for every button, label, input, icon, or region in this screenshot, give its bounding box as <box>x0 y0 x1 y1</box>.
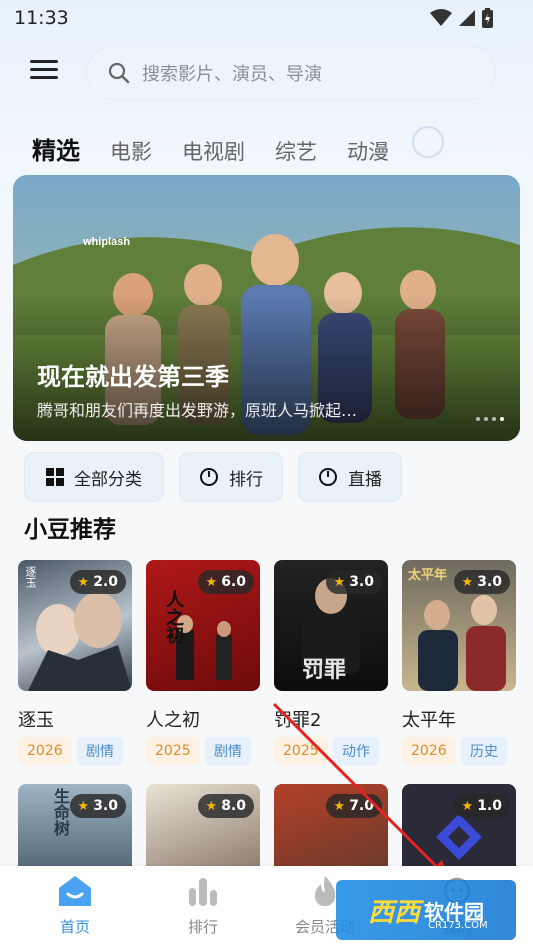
poster-row2-1[interactable]: 生命树 ★ 3.0 <box>18 784 132 874</box>
status-time: 11:33 <box>14 7 69 29</box>
status-icons <box>430 8 493 28</box>
poster-title-text: 生命树 <box>51 788 70 836</box>
tab-featured[interactable]: 精选 <box>32 131 80 166</box>
tab-variety[interactable]: 综艺 <box>275 136 317 166</box>
genre-tag: 剧情 <box>77 737 123 765</box>
tab-anime[interactable]: 动漫 <box>347 136 389 166</box>
star-icon: ★ <box>77 798 90 814</box>
banner-title: 现在就出发第三季 <box>37 363 229 391</box>
home-icon <box>59 876 91 906</box>
year-tag: 2025 <box>146 737 200 765</box>
status-bar: 11:33 <box>0 0 533 36</box>
hero-banner[interactable]: whiplash 现在就出发第三季 腾哥和朋友们再度出发野游，原班人马掀起… <box>13 175 520 441</box>
poster-fazui2[interactable]: 罚罪 ★ 3.0 <box>274 560 388 691</box>
tab-movies[interactable]: 电影 <box>110 136 152 166</box>
card-title-zhuyu[interactable]: 逐玉 <box>18 706 54 732</box>
ranking-circle-icon <box>200 468 218 486</box>
poster-title-text: 逐玉 <box>24 566 37 588</box>
bar-chart-icon <box>189 878 217 906</box>
nav-ranking[interactable]: 排行 <box>148 874 258 937</box>
poster-title-text: 人之初 <box>163 590 184 644</box>
nav-ranking-label: 排行 <box>187 918 218 936</box>
live-circle-icon <box>319 468 337 486</box>
rating-badge: ★ 2.0 <box>69 570 126 594</box>
rating-badge: ★ 3.0 <box>69 794 126 818</box>
poster-renzhichu[interactable]: 人之初 ★ 6.0 <box>146 560 260 691</box>
search-placeholder: 搜索影片、演员、导演 <box>142 64 322 85</box>
star-icon: ★ <box>205 798 218 814</box>
all-categories-label: 全部分类 <box>74 469 142 490</box>
rating-badge: ★ 3.0 <box>325 570 382 594</box>
watermark-brand: 西西 <box>367 897 420 928</box>
live-button[interactable]: 直播 <box>298 452 402 502</box>
banner-pagination <box>476 417 504 421</box>
rating-badge: ★ 8.0 <box>197 794 254 818</box>
poster-row2-2[interactable]: ★ 8.0 <box>146 784 260 874</box>
star-icon: ★ <box>205 574 218 590</box>
nav-home-label: 首页 <box>59 918 90 936</box>
tab-tv-series[interactable]: 电视剧 <box>182 136 245 166</box>
grid-icon <box>46 468 64 486</box>
watermark-url: CR173.COM <box>428 920 488 931</box>
poster-title-text: 罚罪 <box>302 658 347 683</box>
star-icon: ★ <box>461 574 474 590</box>
star-icon: ★ <box>333 574 346 590</box>
decorative-circle <box>412 126 444 158</box>
search-bar[interactable]: 搜索影片、演员、导演 <box>86 46 496 100</box>
category-tabs: 精选 电影 电视剧 综艺 动漫 <box>32 126 419 166</box>
poster-title-text: 太平年 <box>408 568 448 583</box>
banner-description: 腾哥和朋友们再度出发野游，原班人马掀起… <box>37 401 358 420</box>
year-tag: 2026 <box>18 737 72 765</box>
rating-badge: ★ 3.0 <box>453 570 510 594</box>
signal-icon <box>459 10 475 26</box>
wifi-icon <box>430 9 452 26</box>
card-title-renzhichu[interactable]: 人之初 <box>146 706 200 732</box>
banner-sticker-text: whiplash <box>82 236 130 248</box>
poster-taipingnian[interactable]: 太平年 ★ 3.0 <box>402 560 516 691</box>
menu-icon[interactable] <box>30 60 58 84</box>
nav-home[interactable]: 首页 <box>20 874 130 937</box>
section-title: 小豆推荐 <box>24 517 116 543</box>
ranking-label: 排行 <box>229 469 263 490</box>
genre-tag: 剧情 <box>205 737 251 765</box>
poster-zhuyu[interactable]: 逐玉 ★ 2.0 <box>18 560 132 691</box>
site-watermark: 西西 软件园 CR173.COM <box>336 880 516 940</box>
live-label: 直播 <box>348 469 382 490</box>
battery-icon <box>482 8 493 28</box>
ranking-button[interactable]: 排行 <box>179 452 283 502</box>
rating-badge: ★ 6.0 <box>197 570 254 594</box>
star-icon: ★ <box>77 574 90 590</box>
annotation-arrow <box>272 702 450 882</box>
search-icon <box>108 62 130 84</box>
all-categories-button[interactable]: 全部分类 <box>24 452 164 502</box>
